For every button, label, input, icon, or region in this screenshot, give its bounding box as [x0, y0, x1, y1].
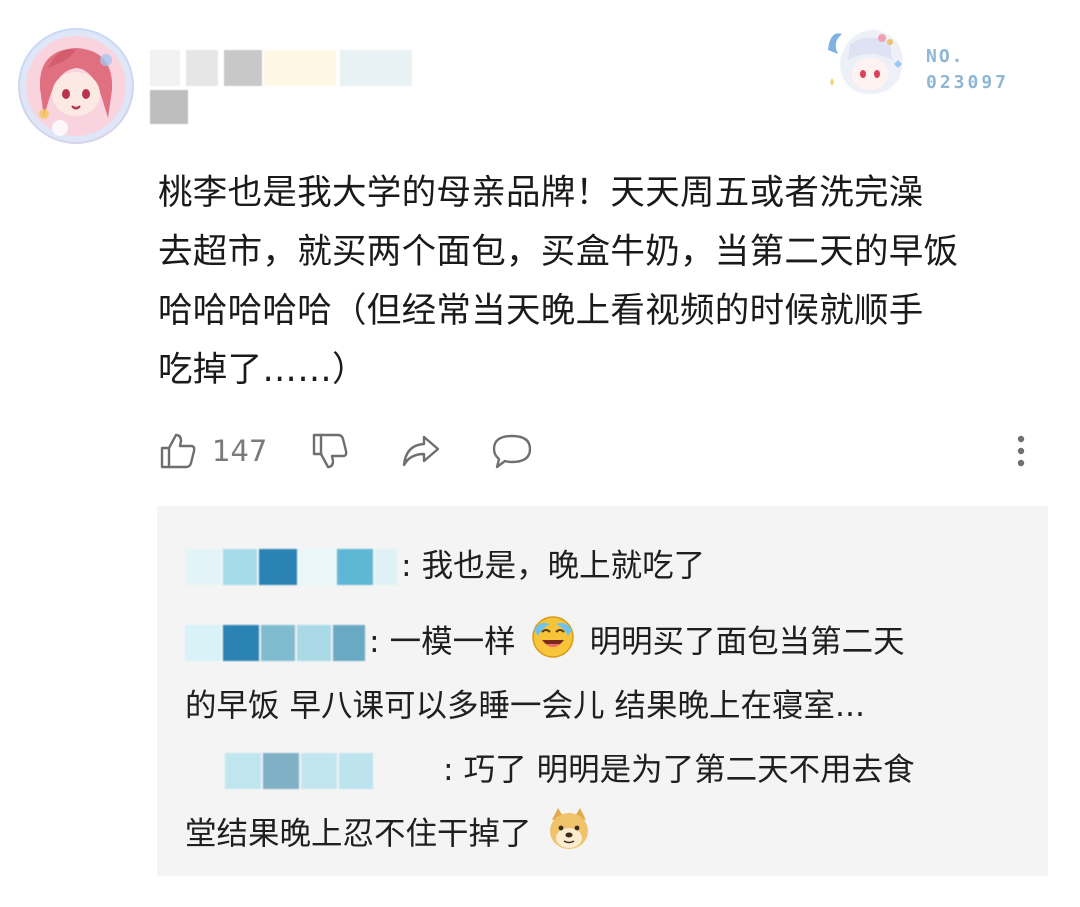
comment-icon — [492, 434, 532, 469]
user-avatar[interactable] — [18, 28, 134, 144]
comment-line: 吃掉了……） — [158, 350, 367, 390]
more-vertical-icon — [1017, 435, 1025, 467]
fan-badge-label: NO. — [926, 46, 965, 67]
chibi-mascot-icon — [828, 29, 903, 94]
comment-line: 桃李也是我大学的母亲品牌！天天周五或者洗完澡 — [158, 173, 924, 213]
reply-text: : 巧了 明明是为了第二天不用去食 — [443, 752, 915, 788]
reply-text: 的早饭 早八课可以多睡一会儿 结果晚上在寝室... — [185, 688, 866, 724]
reply-item[interactable]: : 巧了 明明是为了第二天不用去食 堂结果晚上忍不住干掉了 — [185, 738, 1025, 866]
thumbs-up-icon — [160, 433, 196, 469]
fan-badge: NO. 023097 — [820, 20, 1030, 100]
like-count: 147 — [212, 434, 268, 468]
laughing-tears-emoji-icon — [531, 616, 574, 658]
comment-line: 哈哈哈哈哈（但经常当天晚上看视频的时候就顺手 — [158, 291, 924, 331]
username-redacted[interactable] — [150, 50, 412, 126]
like-button[interactable]: 147 — [158, 428, 267, 474]
anime-girl-avatar-icon — [20, 30, 132, 142]
share-icon — [402, 435, 440, 467]
comment-body: 桃李也是我大学的母亲品牌！天天周五或者洗完澡 去超市，就买两个面包，买盒牛奶，当… — [158, 164, 1048, 400]
more-options-button[interactable] — [1014, 428, 1028, 474]
doge-emoji-icon — [549, 808, 588, 849]
comment-line: 去超市，就买两个面包，买盒牛奶，当第二天的早饭 — [158, 232, 959, 272]
thumbs-down-icon — [312, 433, 348, 469]
comment-page: NO. 023097 桃李也是我大学的母亲品牌！天天周五或者洗完澡 去超市，就买… — [0, 0, 1080, 907]
dislike-button[interactable] — [310, 428, 350, 474]
reply-text: 堂结果晚上忍不住干掉了 — [185, 816, 532, 852]
reply-text: 明明买了面包当第二天 — [589, 624, 905, 660]
fan-badge-number: 023097 — [926, 72, 1010, 93]
reply-item[interactable]: : 一模一样 明明买了面包当第二天 的早饭 早八课可以多睡一会儿 结果晚上在寝室… — [185, 610, 1025, 738]
comment-action-bar: 147 — [158, 428, 1038, 474]
share-button[interactable] — [400, 428, 442, 474]
reply-list: : 我也是，晚上就吃了 : 一模一样 明明买了面包当第二天 的早饭 早八课可以多… — [157, 506, 1048, 876]
reply-text: : 我也是，晚上就吃了 — [401, 548, 706, 584]
reply-item[interactable]: : 我也是，晚上就吃了 — [185, 534, 1025, 598]
reply-username-redacted[interactable] — [185, 549, 399, 585]
reply-text: : 一模一样 — [369, 624, 516, 660]
reply-button[interactable] — [490, 428, 534, 474]
reply-username-redacted[interactable] — [185, 625, 367, 661]
reply-username-redacted[interactable] — [185, 753, 441, 789]
